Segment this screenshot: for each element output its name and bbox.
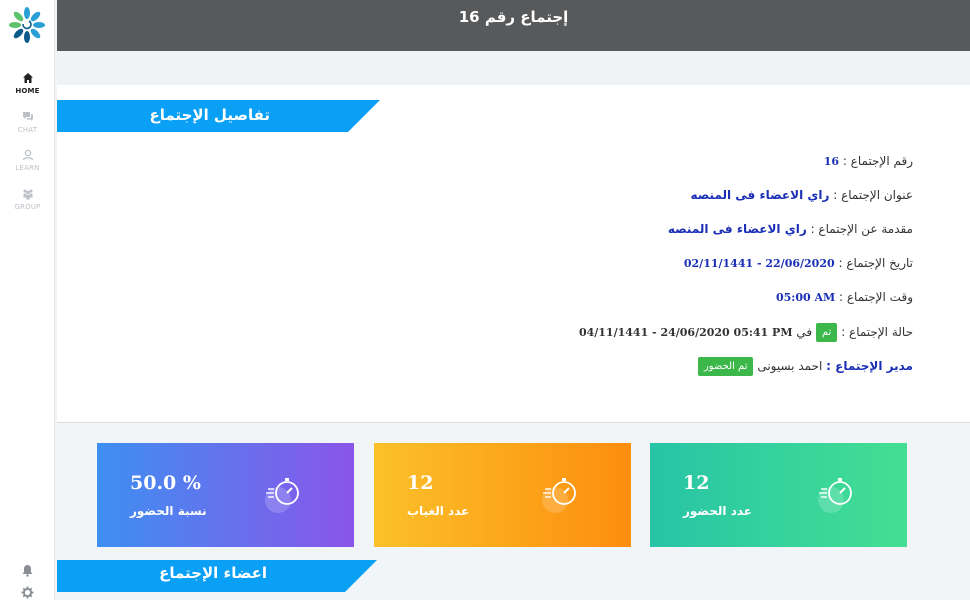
flower-logo-icon[interactable]	[9, 7, 45, 43]
details-section-banner: تفاصيل الإجتماع	[57, 100, 380, 132]
top-header: إجتماع رقم 16	[57, 0, 970, 51]
toolbar-strip	[57, 51, 970, 85]
status-in-label: في	[796, 325, 813, 339]
members-section-title: اعضاء الإجتماع	[159, 564, 267, 582]
detail-label: رقم الإجتماع :	[842, 154, 913, 168]
home-icon	[22, 73, 33, 83]
status-timestamp: 04/11/1441 - 24/06/2020 05:41 PM	[578, 326, 793, 339]
stat-label: عدد الغياب	[407, 504, 470, 518]
stat-card-attendance-rate: 50.0 % نسبة الحضور	[97, 443, 354, 547]
detail-row-manager: مدير الإجتماع : احمد بسيونى تم الحضور	[313, 357, 913, 391]
stat-value: 50.0 %	[130, 472, 201, 494]
sidebar: HOME CHAT LEARN GROUP	[0, 0, 55, 600]
detail-row-time: وقت الإجتماع : 05:00 AM	[313, 289, 913, 323]
meeting-details-panel: تفاصيل الإجتماع رقم الإجتماع : 16 عنوان …	[57, 85, 970, 423]
sidebar-item-label: GROUP	[14, 203, 41, 211]
sidebar-item-chat[interactable]: CHAT	[0, 111, 55, 134]
sidebar-item-learn[interactable]: LEARN	[0, 149, 55, 172]
sidebar-item-label: CHAT	[17, 126, 38, 134]
detail-row-date: تاريخ الإجتماع : 02/11/1441 - 22/06/2020	[313, 255, 913, 289]
bell-icon[interactable]	[21, 564, 34, 577]
manager-label: مدير الإجتماع :	[826, 359, 913, 373]
detail-row-title: عنوان الإجتماع : راي الاعضاء فى المنصه	[313, 187, 913, 221]
sidebar-item-label: LEARN	[15, 164, 40, 172]
details-list: رقم الإجتماع : 16 عنوان الإجتماع : راي ا…	[313, 153, 913, 391]
detail-label: تاريخ الإجتماع :	[838, 256, 913, 270]
sidebar-item-group[interactable]: GROUP	[0, 188, 55, 211]
detail-label: وقت الإجتماع :	[839, 290, 913, 304]
detail-label: مقدمة عن الإجتماع :	[810, 222, 913, 236]
members-section-banner: اعضاء الإجتماع	[57, 560, 377, 592]
gear-icon[interactable]	[21, 586, 34, 599]
stat-value: 12	[683, 472, 710, 494]
stat-card-attendance-count: 12 عدد الحضور	[650, 443, 907, 547]
status-badge: تم	[815, 323, 838, 342]
stat-value: 12	[407, 472, 434, 494]
meeting-number-value: 16	[823, 155, 839, 168]
detail-row-number: رقم الإجتماع : 16	[313, 153, 913, 187]
page-title: إجتماع رقم 16	[458, 8, 569, 26]
sidebar-item-label: HOME	[15, 87, 40, 95]
detail-label: عنوان الإجتماع :	[833, 188, 913, 202]
stat-label: نسبة الحضور	[130, 504, 207, 518]
attendance-badge: تم الحضور	[697, 357, 754, 376]
detail-row-status: حالة الإجتماع : تم في 04/11/1441 - 24/06…	[313, 323, 913, 357]
stopwatch-icon	[818, 478, 852, 513]
detail-label: حالة الإجتماع :	[841, 325, 913, 339]
stopwatch-icon	[265, 478, 299, 513]
stat-label: عدد الحضور	[683, 504, 752, 518]
manager-name: احمد بسيونى	[757, 359, 823, 373]
meeting-date-value: 02/11/1441 - 22/06/2020	[683, 257, 835, 270]
learn-icon	[22, 149, 33, 161]
chat-icon	[22, 112, 33, 121]
group-icon	[23, 189, 32, 200]
meeting-time-value: 05:00 AM	[775, 291, 836, 304]
meeting-intro-value: راي الاعضاء فى المنصه	[667, 222, 807, 236]
sidebar-item-home[interactable]: HOME	[0, 72, 55, 95]
meeting-title-value: راي الاعضاء فى المنصه	[690, 188, 830, 202]
detail-row-intro: مقدمة عن الإجتماع : راي الاعضاء فى المنص…	[313, 221, 913, 255]
stat-card-absence-count: 12 عدد الغياب	[374, 443, 631, 547]
stopwatch-icon	[542, 478, 576, 513]
details-section-title: تفاصيل الإجتماع	[149, 106, 270, 124]
